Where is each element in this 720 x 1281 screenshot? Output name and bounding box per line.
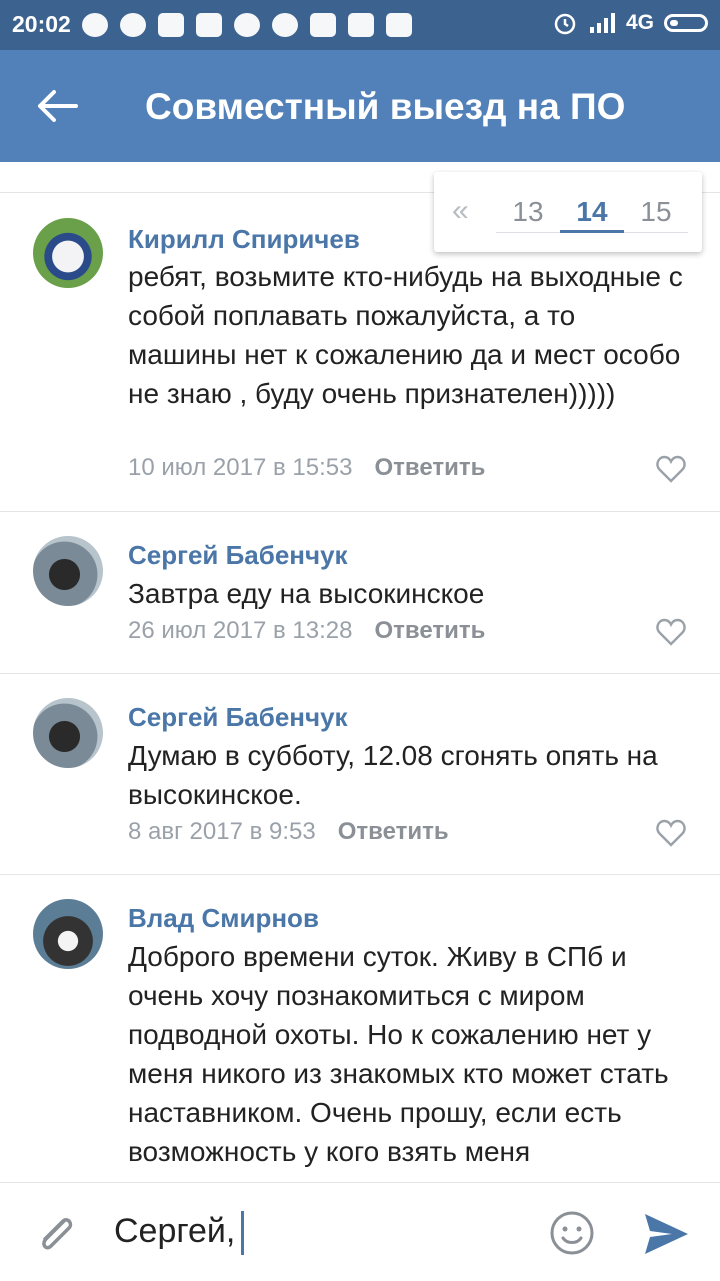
avatar[interactable] bbox=[33, 536, 103, 606]
arrow-left-icon[interactable] bbox=[36, 88, 80, 124]
comment-author[interactable]: Влад Смирнов bbox=[128, 903, 319, 934]
comment-meta: 8 авг 2017 в 9:53 Ответить bbox=[128, 818, 449, 846]
app-bar: Совместный выезд на ПО bbox=[0, 50, 720, 162]
youtube-icon bbox=[310, 13, 336, 37]
comment-text: Доброго времени суток. Живу в СПб и очен… bbox=[128, 941, 669, 1167]
mail-icon bbox=[196, 13, 222, 37]
heart-icon[interactable] bbox=[656, 618, 686, 646]
avatar[interactable] bbox=[33, 899, 103, 969]
comment-meta: 10 июл 2017 в 15:53 Ответить bbox=[128, 454, 485, 482]
heart-icon bbox=[234, 13, 260, 37]
comment-text: ребят, возьмите кто-нибудь на выходные с… bbox=[128, 261, 683, 409]
divider bbox=[0, 673, 720, 674]
pagination: « 13 14 15 bbox=[434, 172, 702, 252]
status-right: 4G bbox=[552, 10, 708, 36]
heart-icon[interactable] bbox=[656, 819, 686, 847]
page-button-current[interactable]: 14 bbox=[560, 196, 624, 228]
note-icon bbox=[348, 13, 374, 37]
paperclip-icon[interactable] bbox=[34, 1209, 78, 1259]
avatar[interactable] bbox=[33, 698, 103, 768]
notification-icons bbox=[82, 13, 412, 37]
pagination-active-indicator bbox=[560, 230, 624, 233]
comments-feed[interactable]: Кирилл Спиричев ребят, возьмите кто-нибу… bbox=[0, 162, 720, 1182]
comment-author[interactable]: Сергей Бабенчук bbox=[128, 540, 348, 571]
smiley-icon[interactable] bbox=[549, 1210, 595, 1256]
chat-icon bbox=[272, 13, 298, 37]
note-icon bbox=[386, 13, 412, 37]
comment-meta: 26 июл 2017 в 13:28 Ответить bbox=[128, 617, 485, 645]
avatar[interactable] bbox=[33, 218, 103, 288]
page-button[interactable]: 13 bbox=[496, 196, 560, 228]
page-button[interactable]: 15 bbox=[624, 196, 688, 228]
comment-input-value: Сергей, bbox=[114, 1211, 236, 1250]
divider bbox=[0, 874, 720, 875]
comment-author[interactable]: Сергей Бабенчук bbox=[128, 702, 348, 733]
telegram-icon bbox=[82, 13, 108, 37]
status-bar: 20:02 4G bbox=[0, 0, 720, 50]
whatsapp-icon bbox=[120, 13, 146, 37]
signal-icon bbox=[589, 13, 615, 33]
alarm-icon bbox=[554, 13, 576, 35]
comment-text: Завтра еду на высокинское bbox=[128, 578, 485, 609]
reply-button[interactable]: Ответить bbox=[374, 617, 485, 644]
battery-icon bbox=[664, 14, 708, 32]
comment-date: 26 июл 2017 в 13:28 bbox=[128, 617, 353, 644]
page-title: Совместный выезд на ПО bbox=[145, 86, 626, 127]
pagination-prev-button[interactable]: « bbox=[452, 194, 469, 228]
reply-button[interactable]: Ответить bbox=[374, 454, 485, 481]
status-time: 20:02 bbox=[12, 11, 71, 37]
comment-composer: Сергей, bbox=[0, 1182, 720, 1281]
comment-date: 8 авг 2017 в 9:53 bbox=[128, 818, 316, 845]
reply-button[interactable]: Ответить bbox=[338, 818, 449, 845]
send-icon[interactable] bbox=[642, 1211, 690, 1257]
network-type: 4G bbox=[625, 11, 654, 34]
comment-input[interactable]: Сергей, bbox=[114, 1211, 245, 1255]
comment-date: 10 июл 2017 в 15:53 bbox=[128, 454, 353, 481]
comment-author[interactable]: Кирилл Спиричев bbox=[128, 224, 360, 255]
message-icon bbox=[158, 13, 184, 37]
heart-icon[interactable] bbox=[656, 455, 686, 483]
comment-text: Думаю в субботу, 12.08 сгонять опять на … bbox=[128, 740, 658, 810]
text-cursor bbox=[241, 1211, 245, 1255]
divider bbox=[0, 511, 720, 512]
